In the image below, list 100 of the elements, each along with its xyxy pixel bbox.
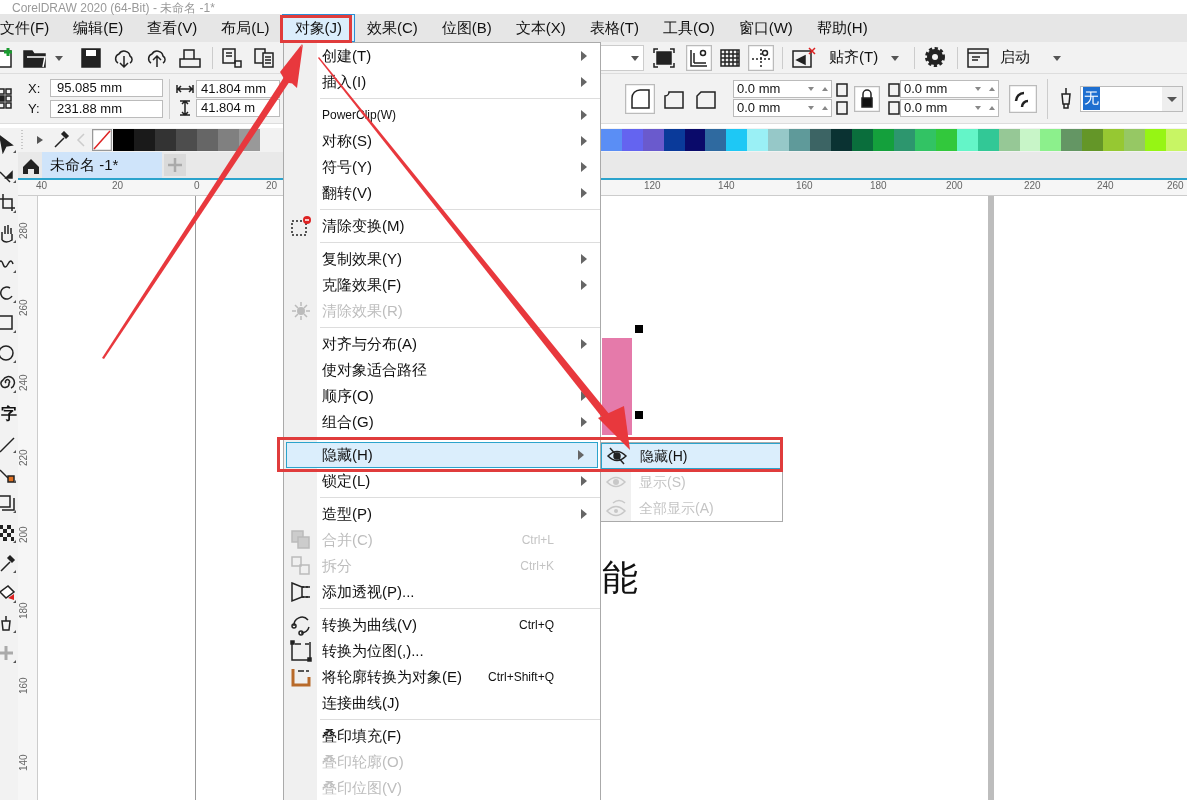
color-swatch[interactable]: [747, 129, 769, 151]
color-swatch[interactable]: [134, 129, 155, 151]
arc-icon[interactable]: [0, 284, 16, 304]
shadow-icon[interactable]: [0, 494, 16, 514]
pen-nib-icon[interactable]: [0, 614, 16, 634]
menu-item[interactable]: 将轮廓转换为对象(E) Ctrl+Shift+Q: [284, 664, 600, 690]
caret-icon[interactable]: [1162, 86, 1182, 111]
x-position-field[interactable]: 95.085 mm: [50, 79, 163, 98]
color-swatch[interactable]: [1166, 129, 1187, 151]
menu-bar-item[interactable]: 窗口(W): [726, 14, 805, 42]
color-swatch[interactable]: [1145, 129, 1167, 151]
menu-item[interactable]: 转换为位图(,)...: [284, 638, 600, 664]
menu-bar-item[interactable]: 表格(T): [577, 14, 651, 42]
menu-bar-item[interactable]: 编辑(E): [61, 14, 136, 42]
menu-bar-item[interactable]: 效果(C): [355, 14, 430, 42]
menu-item[interactable]: 复制效果(Y): [284, 246, 600, 272]
color-swatch[interactable]: [113, 129, 134, 151]
menu-item[interactable]: 使对象适合路径: [284, 357, 600, 383]
snap-label[interactable]: 贴齐(T): [829, 46, 879, 69]
spinner-arrows-icon[interactable]: [805, 84, 831, 94]
menu-bar-item[interactable]: 工具(O): [651, 14, 727, 42]
caret-icon[interactable]: [54, 53, 64, 62]
menu-bar-item[interactable]: 文本(X): [503, 14, 578, 42]
new-document-icon[interactable]: [0, 46, 14, 69]
print-icon[interactable]: [178, 46, 202, 69]
height-field[interactable]: 41.804 m: [196, 99, 280, 117]
menu-item[interactable]: 隐藏(H): [601, 443, 782, 469]
hand-icon[interactable]: [0, 224, 16, 244]
menu-bar-item[interactable]: 查看(V): [135, 14, 210, 42]
checker-icon[interactable]: [0, 524, 16, 544]
color-swatch[interactable]: [872, 129, 894, 151]
color-swatch[interactable]: [914, 129, 936, 151]
outline-width-dropdown[interactable]: 无: [1080, 85, 1183, 112]
rectangle-icon[interactable]: [0, 314, 16, 334]
color-swatch[interactable]: [642, 129, 664, 151]
menu-item[interactable]: 添加透视(P)...: [284, 579, 600, 605]
document-tab[interactable]: 未命名 -1*: [42, 152, 162, 178]
scroll-right-icon[interactable]: [36, 135, 44, 145]
menu-bar-item[interactable]: 位图(B): [429, 14, 504, 42]
corner-radius-field[interactable]: 0.0 mm: [733, 80, 832, 98]
menu-item[interactable]: 连接曲线(J): [284, 690, 600, 716]
eyedropper-icon[interactable]: [0, 554, 16, 574]
y-position-field[interactable]: 231.88 mm: [50, 99, 163, 118]
color-swatch[interactable]: [956, 129, 978, 151]
menu-item[interactable]: 创建(T): [284, 43, 600, 69]
workspace-label[interactable]: 启动: [1000, 46, 1031, 69]
color-swatch[interactable]: [1040, 129, 1062, 151]
menu-item[interactable]: 叠印填充(F): [284, 723, 600, 749]
eyedropper-icon[interactable]: [52, 131, 70, 149]
page-layout-icon[interactable]: [221, 46, 243, 69]
snap-off-icon[interactable]: [791, 45, 817, 70]
color-swatch[interactable]: [768, 129, 790, 151]
color-swatch[interactable]: [684, 129, 706, 151]
selection-handle[interactable]: [635, 325, 643, 333]
color-swatch[interactable]: [1103, 129, 1125, 151]
line-tool-icon[interactable]: [0, 434, 16, 454]
color-swatch[interactable]: [1061, 129, 1083, 151]
no-color-swatch-icon[interactable]: [92, 129, 112, 151]
guidelines-icon[interactable]: [748, 44, 774, 71]
spinner-arrows-icon[interactable]: [805, 103, 831, 113]
caret-icon[interactable]: [630, 53, 640, 62]
caret-icon[interactable]: [1052, 53, 1063, 62]
corner-radius-field[interactable]: 0.0 mm: [900, 80, 999, 98]
spinner-arrows-icon[interactable]: [972, 84, 998, 94]
document-pages-icon[interactable]: [253, 46, 275, 69]
ruler-icon[interactable]: [686, 44, 712, 71]
menu-item[interactable]: 锁定(L): [284, 468, 600, 494]
color-swatch[interactable]: [705, 129, 727, 151]
grid-icon[interactable]: [718, 46, 742, 69]
color-swatch[interactable]: [831, 129, 852, 151]
color-swatch[interactable]: [600, 129, 622, 151]
fill-icon[interactable]: [0, 584, 16, 604]
color-swatch[interactable]: [852, 129, 873, 151]
menu-item[interactable]: 转换为曲线(V) Ctrl+Q: [284, 612, 600, 638]
color-swatch[interactable]: [998, 129, 1020, 151]
pointer-icon[interactable]: [0, 134, 16, 154]
menu-item[interactable]: 符号(Y): [284, 154, 600, 180]
color-swatch[interactable]: [197, 129, 218, 151]
menu-item[interactable]: 组合(G): [284, 409, 600, 435]
color-swatch[interactable]: [1124, 129, 1146, 151]
menu-bar-item[interactable]: 帮助(H): [804, 14, 880, 42]
menu-item[interactable]: 翻转(V): [284, 180, 600, 206]
selection-handle[interactable]: [635, 411, 643, 419]
menu-item[interactable]: 对齐与分布(A): [284, 331, 600, 357]
full-screen-icon[interactable]: [652, 46, 676, 69]
color-swatch[interactable]: [893, 129, 915, 151]
menu-item[interactable]: 克隆效果(F): [284, 272, 600, 298]
save-icon[interactable]: [80, 46, 102, 69]
color-swatch[interactable]: [155, 129, 176, 151]
color-swatch[interactable]: [218, 129, 239, 151]
menu-item[interactable]: 造型(P): [284, 501, 600, 527]
color-swatch[interactable]: [176, 129, 197, 151]
color-swatch[interactable]: [1019, 129, 1041, 151]
spiral-icon[interactable]: [0, 374, 16, 394]
corner-radius-field[interactable]: 0.0 mm: [733, 99, 832, 117]
color-swatch[interactable]: [935, 129, 957, 151]
corner-radius-field[interactable]: 0.0 mm: [900, 99, 999, 117]
menu-item[interactable]: 隐藏(H): [286, 442, 598, 468]
color-swatch[interactable]: [789, 129, 811, 151]
color-swatch[interactable]: [726, 129, 748, 151]
